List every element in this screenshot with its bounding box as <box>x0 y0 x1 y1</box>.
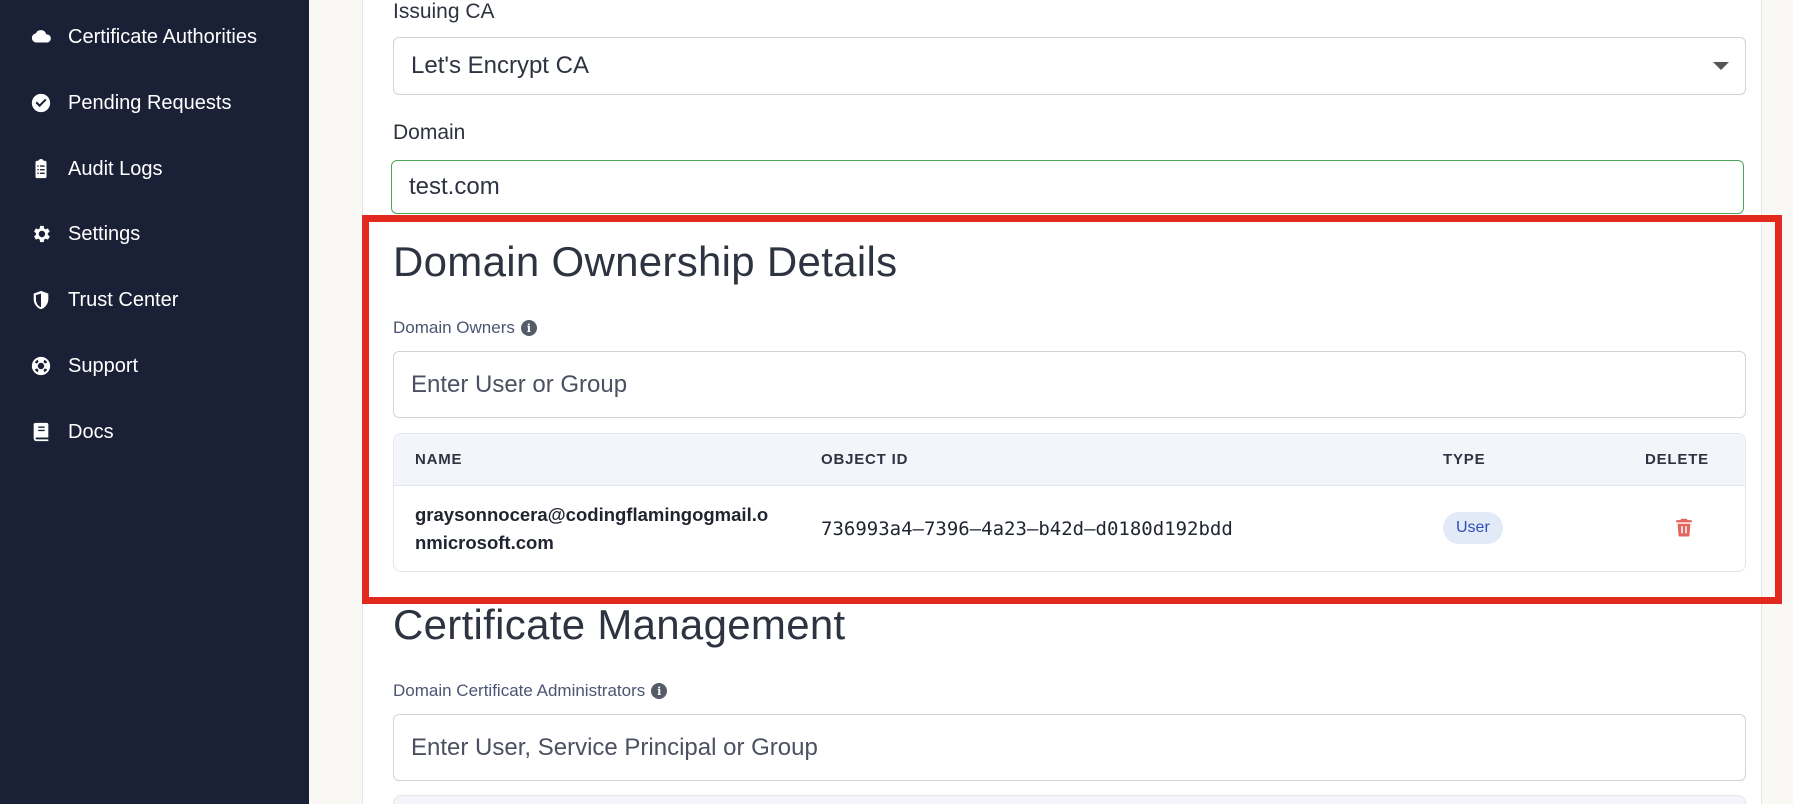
sidebar-item-label: Docs <box>68 420 114 443</box>
domain-owners-input[interactable]: Enter User or Group <box>393 351 1746 418</box>
sidebar-item-docs[interactable]: Docs <box>28 412 298 452</box>
domain-owners-table: NAME OBJECT ID TYPE DELETE graysonnocera… <box>393 433 1746 572</box>
book-icon <box>28 419 54 445</box>
owner-object-id: 736993a4–7396–4a23–b42d–d0180d192bdd <box>821 518 1233 540</box>
cert-mgmt-section-title: Certificate Management <box>393 601 846 648</box>
cert-admins-label: Domain Certificate Administrators i <box>393 681 668 701</box>
sidebar-item-label: Certificate Authorities <box>68 25 257 48</box>
issuing-ca-select[interactable]: Let's Encrypt CA <box>393 37 1746 95</box>
cert-admins-table <box>393 795 1746 804</box>
check-circle-icon <box>28 90 54 116</box>
sidebar-item-label: Audit Logs <box>68 157 163 180</box>
issuing-ca-label: Issuing CA <box>393 0 495 23</box>
sidebar-item-settings[interactable]: Settings <box>28 214 298 254</box>
domain-owners-label: Domain Owners i <box>393 318 537 338</box>
chevron-down-icon <box>1713 62 1729 70</box>
issuing-ca-value: Let's Encrypt CA <box>411 52 589 79</box>
domain-owners-placeholder: Enter User or Group <box>411 370 628 398</box>
column-header-delete: DELETE <box>1645 451 1709 468</box>
column-header-type: TYPE <box>1443 451 1486 468</box>
domain-value: test.com <box>409 173 500 200</box>
sidebar-item-audit-logs[interactable]: Audit Logs <box>28 149 298 189</box>
lifebuoy-icon <box>28 353 54 379</box>
column-header-name: NAME <box>415 451 463 468</box>
sidebar-item-support[interactable]: Support <box>28 346 298 386</box>
trash-icon <box>1676 518 1692 537</box>
sidebar-item-label: Trust Center <box>68 288 179 311</box>
cert-admins-placeholder: Enter User, Service Principal or Group <box>411 733 818 761</box>
sidebar-item-label: Settings <box>68 222 141 245</box>
sidebar-item-pending-requests[interactable]: Pending Requests <box>28 83 298 123</box>
sidebar-item-certificate-authorities[interactable]: Certificate Authorities <box>28 17 298 57</box>
sidebar-item-label: Pending Requests <box>68 91 232 114</box>
cert-admins-input[interactable]: Enter User, Service Principal or Group <box>393 714 1746 781</box>
info-icon[interactable]: i <box>520 320 537 336</box>
type-badge: User <box>1443 512 1503 544</box>
cloud-icon <box>28 24 54 50</box>
table-header: NAME OBJECT ID TYPE DELETE <box>394 434 1745 486</box>
domain-owners-label-text: Domain Owners <box>393 318 515 337</box>
domain-label: Domain <box>393 121 466 144</box>
info-icon[interactable]: i <box>651 683 668 699</box>
ownership-section-title: Domain Ownership Details <box>393 238 898 285</box>
cert-admins-label-text: Domain Certificate Administrators <box>393 681 646 700</box>
gear-icon <box>28 221 54 247</box>
sidebar-item-label: Support <box>68 354 139 377</box>
owner-name: graysonnocera@codingflamingogmail.onmicr… <box>415 504 769 553</box>
sidebar: Certificate Authorities Pending Requests… <box>0 0 309 804</box>
sidebar-item-trust-center[interactable]: Trust Center <box>28 280 298 320</box>
domain-input[interactable]: test.com <box>391 160 1744 214</box>
column-header-object-id: OBJECT ID <box>821 451 909 468</box>
clipboard-icon <box>28 156 54 182</box>
shield-icon <box>28 287 54 313</box>
delete-owner-button[interactable] <box>1673 516 1695 543</box>
